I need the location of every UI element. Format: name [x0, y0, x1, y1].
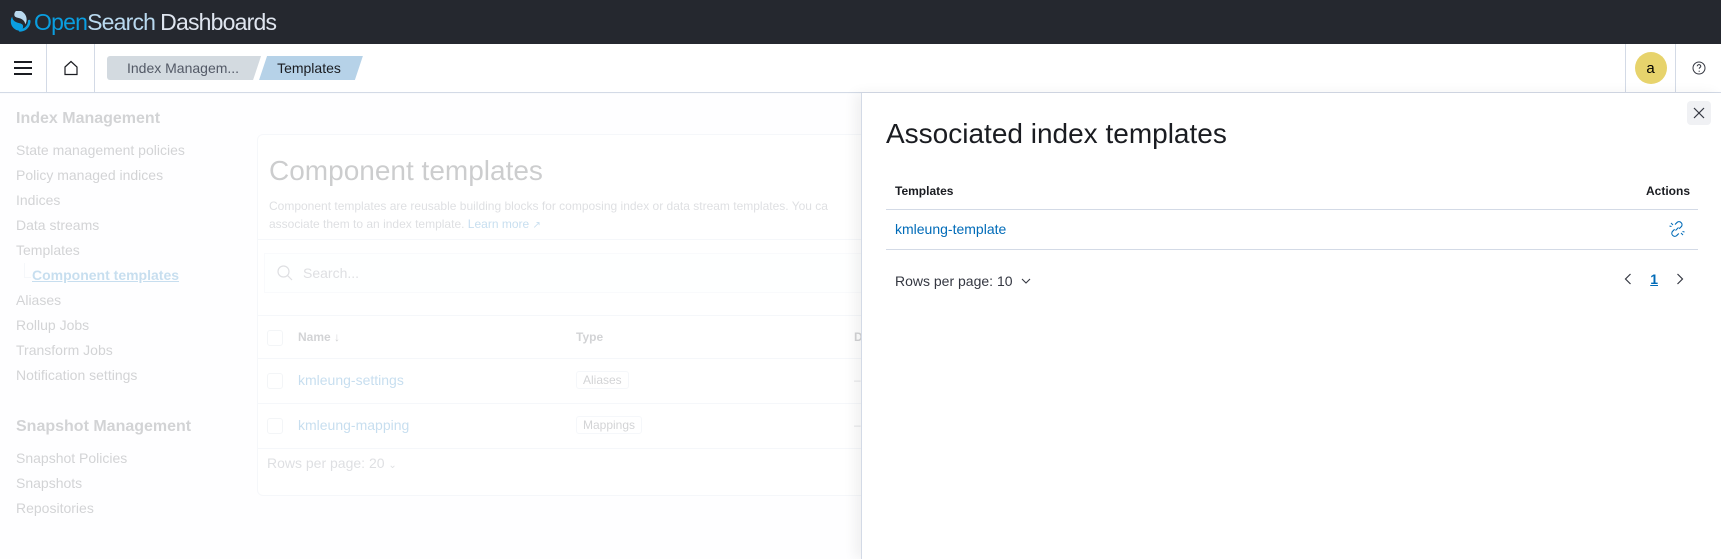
flyout-overlay-mask[interactable]: [0, 94, 861, 559]
user-menu-button[interactable]: a: [1625, 44, 1675, 92]
table-row: kmleung-template: [886, 210, 1698, 250]
associated-templates-table: Templates Actions kmleung-template Rows …: [886, 181, 1698, 312]
rows-per-page-selector[interactable]: Rows per page: 10: [895, 273, 1031, 289]
table-header: Templates Actions: [886, 181, 1698, 210]
breadcrumb-index-management[interactable]: Index Managem...: [107, 56, 261, 80]
brand-dashboards: Dashboards: [160, 8, 277, 35]
close-icon: [1693, 107, 1705, 119]
flyout-title: Associated index templates: [886, 118, 1227, 149]
close-flyout-button[interactable]: [1687, 101, 1711, 125]
hamburger-menu-icon: [14, 61, 32, 75]
opensearch-logo-icon: [10, 11, 31, 32]
column-header-actions: Actions: [1645, 184, 1690, 198]
opensearch-logo[interactable]: OpenSearch Dashboards: [10, 8, 277, 36]
chevron-right-icon: [1677, 273, 1684, 285]
breadcrumb: Index Managem... Templates: [107, 56, 363, 80]
menu-button[interactable]: [0, 44, 47, 92]
brand-open: Open: [34, 8, 88, 35]
top-header: OpenSearch Dashboards: [0, 0, 1721, 44]
template-link[interactable]: kmleung-template: [895, 221, 1006, 237]
unlink-icon[interactable]: [1668, 220, 1686, 238]
avatar: a: [1634, 52, 1667, 84]
chevron-left-icon: [1624, 273, 1632, 285]
rows-per-page-label: Rows per page: 10: [895, 273, 1013, 289]
help-icon: [1692, 61, 1705, 75]
help-button[interactable]: [1675, 44, 1721, 92]
page-number-button[interactable]: 1: [1650, 271, 1658, 287]
pagination-bar: Rows per page: 10 1: [886, 250, 1698, 312]
associated-templates-flyout: Associated index templates Templates Act…: [861, 93, 1721, 559]
column-header-templates: Templates: [895, 184, 954, 198]
breadcrumb-templates: Templates: [259, 56, 363, 80]
brand-search: Search: [87, 8, 156, 35]
home-icon: [63, 60, 78, 76]
previous-page-button[interactable]: [1620, 271, 1636, 287]
chevron-down-icon: [1021, 278, 1030, 284]
navigation-bar: Index Managem... Templates a: [0, 44, 1721, 93]
pagination: 1: [1620, 271, 1688, 287]
home-button[interactable]: [47, 44, 95, 92]
next-page-button[interactable]: [1672, 271, 1688, 287]
